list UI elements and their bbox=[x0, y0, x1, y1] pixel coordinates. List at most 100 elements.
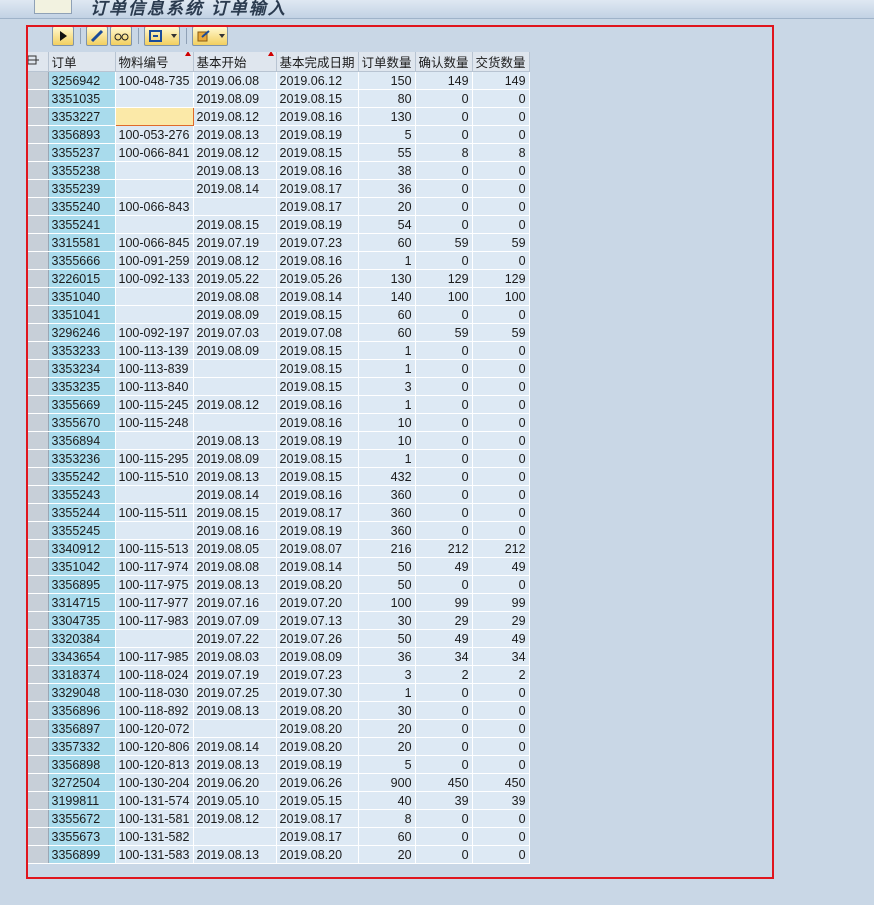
order-qty-cell[interactable]: 3 bbox=[358, 377, 416, 396]
row-selector[interactable] bbox=[26, 827, 49, 846]
order-qty-cell[interactable]: 1 bbox=[358, 251, 416, 270]
row-selector[interactable] bbox=[26, 413, 49, 432]
confirmed-qty-cell[interactable]: 0 bbox=[415, 107, 473, 126]
basic-start-cell[interactable]: 2019.08.13 bbox=[193, 467, 277, 486]
material-number-cell[interactable]: 100-120-806 bbox=[115, 737, 194, 756]
order-number-cell[interactable]: 3355243 bbox=[48, 485, 116, 504]
table-row[interactable]: 3314715 100-117-977 2019.07.16 2019.07.20 10… bbox=[26, 593, 530, 612]
row-selector[interactable] bbox=[26, 395, 49, 414]
table-row[interactable]: 3355670 100-115-248 2019.08.16 10 0 0 bbox=[26, 413, 530, 432]
table-row[interactable]: 3356893 100-053-276 2019.08.13 2019.08.19 5 0… bbox=[26, 125, 530, 144]
basic-start-cell[interactable]: 2019.07.19 bbox=[193, 665, 277, 684]
order-number-cell[interactable]: 3355244 bbox=[48, 503, 116, 522]
basic-finish-cell[interactable]: 2019.08.19 bbox=[276, 521, 359, 540]
material-number-cell[interactable] bbox=[115, 161, 194, 180]
basic-finish-cell[interactable]: 2019.08.09 bbox=[276, 647, 359, 666]
row-selector[interactable] bbox=[26, 377, 49, 396]
delivered-qty-cell[interactable]: 49 bbox=[472, 629, 530, 648]
order-qty-cell[interactable]: 54 bbox=[358, 215, 416, 234]
material-number-cell[interactable] bbox=[114, 107, 194, 126]
delivered-qty-cell[interactable]: 0 bbox=[472, 467, 530, 486]
basic-start-cell[interactable]: 2019.08.08 bbox=[193, 557, 277, 576]
basic-start-cell[interactable]: 2019.07.25 bbox=[193, 683, 277, 702]
row-selector[interactable] bbox=[26, 179, 49, 198]
confirmed-qty-cell[interactable]: 0 bbox=[415, 377, 473, 396]
row-selector[interactable] bbox=[26, 269, 49, 288]
basic-start-cell[interactable]: 2019.05.22 bbox=[193, 269, 277, 288]
order-number-cell[interactable]: 3315581 bbox=[48, 233, 116, 252]
order-qty-cell[interactable]: 900 bbox=[358, 773, 416, 792]
material-number-cell[interactable]: 100-115-248 bbox=[115, 413, 194, 432]
basic-finish-cell[interactable]: 2019.07.23 bbox=[276, 233, 359, 252]
order-number-cell[interactable]: 3351041 bbox=[48, 305, 116, 324]
confirmed-qty-cell[interactable]: 34 bbox=[415, 647, 473, 666]
basic-finish-cell[interactable]: 2019.08.20 bbox=[276, 719, 359, 738]
edit-button[interactable] bbox=[86, 26, 108, 46]
basic-finish-cell[interactable]: 2019.08.17 bbox=[276, 809, 359, 828]
material-number-cell[interactable]: 100-048-735 bbox=[115, 71, 194, 90]
basic-start-cell[interactable]: 2019.08.12 bbox=[193, 809, 277, 828]
row-selector[interactable] bbox=[26, 287, 49, 306]
delivered-qty-cell[interactable]: 59 bbox=[472, 323, 530, 342]
table-row[interactable]: 3343654 100-117-985 2019.08.03 2019.08.09 36… bbox=[26, 647, 530, 666]
delivered-qty-cell[interactable]: 0 bbox=[472, 197, 530, 216]
order-qty-cell[interactable]: 20 bbox=[358, 719, 416, 738]
confirmed-qty-cell[interactable]: 0 bbox=[415, 179, 473, 198]
basic-finish-cell[interactable]: 2019.08.15 bbox=[276, 89, 359, 108]
basic-start-cell[interactable]: 2019.08.09 bbox=[193, 341, 277, 360]
material-number-cell[interactable] bbox=[115, 305, 194, 324]
basic-start-cell[interactable]: 2019.07.03 bbox=[193, 323, 277, 342]
delivered-qty-cell[interactable]: 0 bbox=[472, 809, 530, 828]
basic-finish-cell[interactable]: 2019.08.15 bbox=[276, 467, 359, 486]
basic-start-cell[interactable]: 2019.08.12 bbox=[193, 251, 277, 270]
basic-finish-cell[interactable]: 2019.08.20 bbox=[276, 845, 359, 864]
basic-finish-cell[interactable]: 2019.07.13 bbox=[276, 611, 359, 630]
row-selector[interactable] bbox=[26, 125, 49, 144]
confirmed-qty-cell[interactable]: 0 bbox=[415, 575, 473, 594]
row-selector[interactable] bbox=[26, 503, 49, 522]
order-qty-cell[interactable]: 50 bbox=[358, 629, 416, 648]
order-qty-cell[interactable]: 60 bbox=[358, 305, 416, 324]
material-number-cell[interactable]: 100-131-583 bbox=[115, 845, 194, 864]
material-number-cell[interactable]: 100-091-259 bbox=[115, 251, 194, 270]
basic-start-cell[interactable]: 2019.08.14 bbox=[193, 485, 277, 504]
order-qty-cell[interactable]: 100 bbox=[358, 593, 416, 612]
basic-start-cell[interactable]: 2019.08.15 bbox=[193, 503, 277, 522]
material-number-cell[interactable]: 100-115-513 bbox=[115, 539, 194, 558]
material-number-cell[interactable]: 100-131-582 bbox=[115, 827, 194, 846]
confirmed-qty-cell[interactable]: 0 bbox=[415, 251, 473, 270]
row-selector[interactable] bbox=[26, 71, 49, 90]
confirmed-qty-cell[interactable]: 0 bbox=[415, 449, 473, 468]
basic-finish-cell[interactable]: 2019.07.08 bbox=[276, 323, 359, 342]
material-number-cell[interactable]: 100-118-030 bbox=[115, 683, 194, 702]
delivered-qty-cell[interactable]: 0 bbox=[472, 89, 530, 108]
column-header-basic-finish[interactable]: 基本完成日期 bbox=[276, 52, 359, 72]
basic-start-cell[interactable] bbox=[193, 377, 277, 396]
basic-start-cell[interactable]: 2019.08.12 bbox=[193, 395, 277, 414]
column-header-order[interactable]: 订单 bbox=[48, 52, 116, 72]
delivered-qty-cell[interactable]: 0 bbox=[472, 395, 530, 414]
delivered-qty-cell[interactable]: 0 bbox=[472, 107, 530, 126]
row-selector[interactable] bbox=[26, 143, 49, 162]
confirmed-qty-cell[interactable]: 49 bbox=[415, 629, 473, 648]
material-number-cell[interactable] bbox=[115, 431, 194, 450]
basic-start-cell[interactable]: 2019.07.16 bbox=[193, 593, 277, 612]
basic-start-cell[interactable]: 2019.08.12 bbox=[193, 107, 277, 126]
table-row[interactable]: 3351041 2019.08.09 2019.08.15 60 0 0 bbox=[26, 305, 530, 324]
row-selector[interactable] bbox=[26, 773, 49, 792]
basic-finish-cell[interactable]: 2019.08.07 bbox=[276, 539, 359, 558]
order-qty-cell[interactable]: 60 bbox=[358, 323, 416, 342]
delivered-qty-cell[interactable]: 0 bbox=[472, 377, 530, 396]
delivered-qty-cell[interactable]: 149 bbox=[472, 71, 530, 90]
confirmed-qty-cell[interactable]: 0 bbox=[415, 467, 473, 486]
delivered-qty-cell[interactable]: 100 bbox=[472, 287, 530, 306]
delivered-qty-cell[interactable]: 0 bbox=[472, 251, 530, 270]
order-qty-cell[interactable]: 8 bbox=[358, 809, 416, 828]
row-selector[interactable] bbox=[26, 521, 49, 540]
basic-start-cell[interactable]: 2019.08.14 bbox=[193, 179, 277, 198]
order-number-cell[interactable]: 3355241 bbox=[48, 215, 116, 234]
row-selector[interactable] bbox=[26, 539, 49, 558]
order-number-cell[interactable]: 3355672 bbox=[48, 809, 116, 828]
confirmed-qty-cell[interactable]: 0 bbox=[415, 125, 473, 144]
confirmed-qty-cell[interactable]: 0 bbox=[415, 197, 473, 216]
